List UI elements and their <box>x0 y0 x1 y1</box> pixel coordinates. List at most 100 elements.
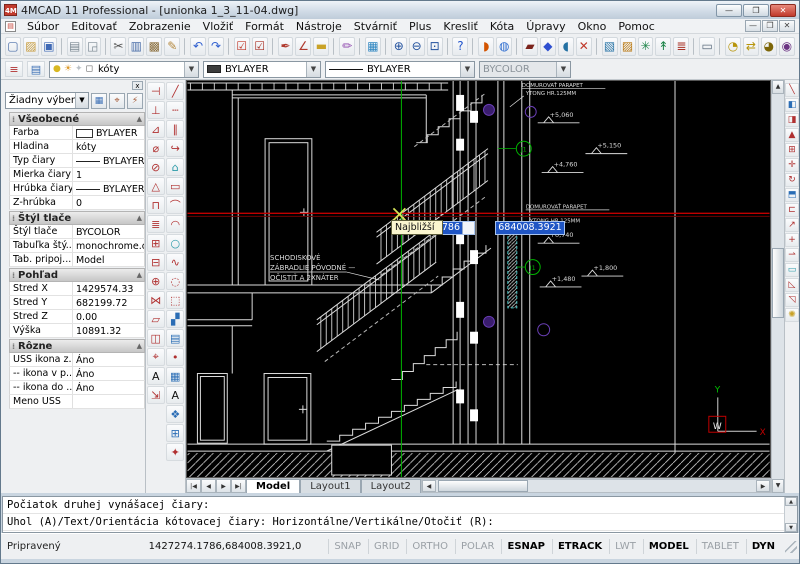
modify-tool-icon[interactable]: ◨ <box>785 113 799 127</box>
scroll-thumb[interactable] <box>438 480 528 492</box>
toolbar-icon[interactable] <box>385 38 387 55</box>
dimension-tool-icon[interactable]: ⊣ <box>147 82 165 100</box>
toolbar-icon[interactable]: ◉ <box>779 37 795 56</box>
toolbar-icon[interactable] <box>105 38 107 55</box>
toolbar-icon[interactable]: ▧ <box>602 37 618 56</box>
modify-tool-icon[interactable]: ⇀ <box>785 248 799 262</box>
property-value[interactable] <box>73 395 144 408</box>
document-icon[interactable]: ▤ <box>5 21 16 32</box>
toolbar-icon[interactable]: ↶ <box>190 37 206 56</box>
draw-tool-icon[interactable]: ❖ <box>166 405 184 423</box>
property-value[interactable]: 1429574.33 <box>73 282 144 295</box>
draw-tool-icon[interactable]: ✦ <box>166 443 184 461</box>
toolbar-icon[interactable] <box>61 38 63 55</box>
menu-item[interactable]: Kresliť <box>437 20 483 33</box>
property-value[interactable]: Model <box>73 253 144 266</box>
palette-tool-button[interactable]: ▦ <box>91 93 107 109</box>
collapse-icon[interactable]: ▲ <box>137 214 142 222</box>
toolbar-icon[interactable]: ◕ <box>761 37 777 56</box>
layout-tab[interactable]: Model <box>246 479 300 493</box>
dimension-tool-icon[interactable]: ⊞ <box>147 234 165 252</box>
menu-item[interactable]: Zobrazenie <box>123 20 197 33</box>
status-toggle[interactable]: POLAR <box>455 539 500 554</box>
toolbar-icon[interactable]: ✏ <box>339 37 355 56</box>
section-header-pohlad[interactable]: ⁞ Pohľad ▲ <box>9 268 145 282</box>
draw-tool-icon[interactable]: ◠ <box>166 215 184 233</box>
lineweight-combo[interactable]: BYCOLOR ▼ <box>479 61 571 78</box>
toolbar-icon[interactable]: ✒ <box>278 37 294 56</box>
tab-nav-next[interactable]: ▶ <box>216 479 231 493</box>
chevron-down-icon[interactable]: ▼ <box>460 62 474 77</box>
toolbar-icon[interactable] <box>333 38 335 55</box>
layer-combo[interactable]: ●☀✦◻ kóty ▼ <box>49 61 199 78</box>
toolbar-icon[interactable]: ⇄ <box>743 37 759 56</box>
menu-item[interactable]: Súbor <box>21 20 65 33</box>
property-value[interactable]: Áno <box>73 381 144 394</box>
dimension-tool-icon[interactable]: ⊘ <box>147 158 165 176</box>
modify-tool-icon[interactable]: ⬒ <box>785 188 799 202</box>
draw-tool-icon[interactable]: ∿ <box>166 253 184 271</box>
toolbar-icon[interactable]: ◲ <box>85 37 101 56</box>
dimension-tool-icon[interactable]: ⊥ <box>147 101 165 119</box>
collapse-icon[interactable]: ▲ <box>137 115 142 123</box>
close-button[interactable]: ✕ <box>770 4 796 17</box>
status-toggle[interactable]: ETRACK <box>552 539 607 554</box>
toolbar-icon[interactable] <box>447 38 449 55</box>
toolbar-icon[interactable]: ▩ <box>146 37 162 56</box>
toolbar-icon[interactable]: ⊡ <box>427 37 443 56</box>
toolbar-icon[interactable] <box>472 38 474 55</box>
status-toggle[interactable]: ORTHO <box>406 539 453 554</box>
menu-item[interactable]: Úpravy <box>520 20 571 33</box>
maximize-button[interactable]: ❐ <box>743 4 769 17</box>
command-scrollbar[interactable]: ▲ ▼ <box>784 497 797 532</box>
status-toggle[interactable]: DYN <box>746 539 780 554</box>
toolbar-icon[interactable]: ↟ <box>655 37 671 56</box>
mdi-minimize-button[interactable]: — <box>745 20 761 32</box>
property-value[interactable]: BYLAYER <box>73 182 144 195</box>
scroll-thumb[interactable] <box>772 248 784 318</box>
command-prompt-line[interactable]: Uhol (A)/Text/Orientácia kótovacej čiary… <box>3 514 784 531</box>
dimension-tool-icon[interactable]: ▱ <box>147 310 165 328</box>
section-header-vseobecne[interactable]: ⁞ Všeobecné ▲ <box>9 112 145 126</box>
scroll-right-icon[interactable]: ▶ <box>756 480 770 492</box>
layers-dialog-icon[interactable]: ≡ <box>5 61 23 77</box>
draw-tool-icon[interactable]: ⌂ <box>166 158 184 176</box>
section-header-rozne[interactable]: ⁞ Rôzne ▲ <box>9 339 145 353</box>
menu-item[interactable]: Pomoc <box>612 20 660 33</box>
draw-tool-icon[interactable]: ▦ <box>166 367 184 385</box>
toolbar-icon[interactable]: ▨ <box>23 37 39 56</box>
toolbar-icon[interactable] <box>596 38 598 55</box>
property-value[interactable]: 0 <box>73 196 144 209</box>
modify-tool-icon[interactable]: ⊏ <box>785 203 799 217</box>
layer-previous-icon[interactable]: ▤ <box>27 61 45 77</box>
menu-item[interactable]: Okno <box>572 20 613 33</box>
property-value[interactable]: 10891.32 <box>73 324 144 337</box>
resize-grip[interactable] <box>785 541 797 553</box>
property-value[interactable]: BYLAYER <box>73 126 144 139</box>
horizontal-scrollbar[interactable]: ◀ ▶ <box>421 479 771 493</box>
toolbar-icon[interactable]: ⊕ <box>391 37 407 56</box>
menu-item[interactable]: Formát <box>239 20 290 33</box>
scroll-left-icon[interactable]: ◀ <box>422 480 436 492</box>
modify-tool-icon[interactable]: ↗ <box>785 218 799 232</box>
dimension-tool-icon[interactable]: ⌀ <box>147 139 165 157</box>
property-value[interactable]: kóty <box>73 140 144 153</box>
menu-item[interactable]: Plus <box>403 20 437 33</box>
menu-item[interactable]: Stvárniť <box>348 20 403 33</box>
property-value[interactable]: Áno <box>73 367 144 380</box>
dyn-input-y[interactable]: 684008.3921 <box>495 221 565 235</box>
draw-tool-icon[interactable]: ┄ <box>166 101 184 119</box>
menu-item[interactable]: Nástroje <box>290 20 348 33</box>
toolbar-icon[interactable]: ☑ <box>252 37 268 56</box>
command-window[interactable]: Počiatok druhej vynášacej čiary: Uhol (A… <box>2 496 798 533</box>
toolbar-icon[interactable]: ▭ <box>699 37 715 56</box>
linetype-combo[interactable]: BYLAYER ▼ <box>325 61 475 78</box>
toolbar-icon[interactable]: ↷ <box>208 37 224 56</box>
coordinate-readout[interactable]: 1427274.1786,684008.3921,0 <box>149 541 302 552</box>
modify-tool-icon[interactable]: ◧ <box>785 98 799 112</box>
toolbar-icon[interactable] <box>228 38 230 55</box>
draw-tool-icon[interactable]: ⌒ <box>166 196 184 214</box>
mdi-close-button[interactable]: ✕ <box>779 20 795 32</box>
draw-tool-icon[interactable]: A <box>166 386 184 404</box>
property-value[interactable]: BYLAYER <box>73 154 144 167</box>
